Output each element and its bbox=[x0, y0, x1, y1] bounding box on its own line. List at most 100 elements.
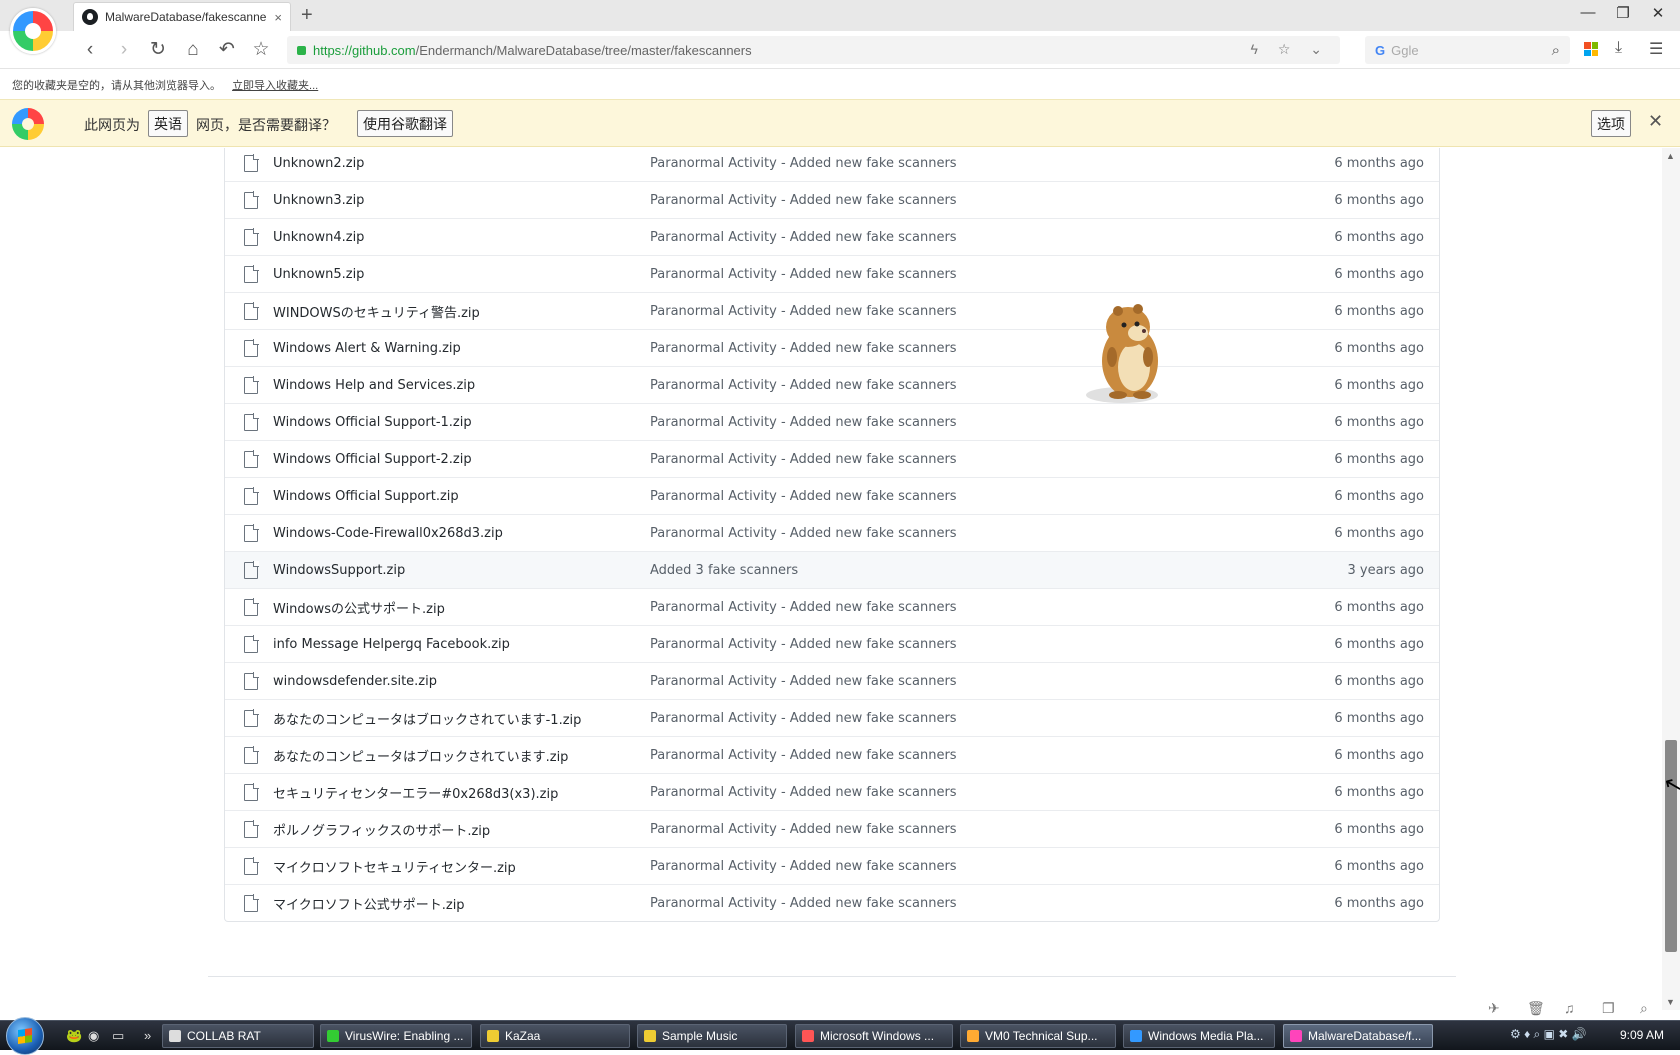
taskbar-button[interactable]: MalwareDatabase/f... bbox=[1283, 1024, 1433, 1048]
commit-message-link[interactable]: Paranormal Activity - Added new fake sca… bbox=[650, 711, 1239, 726]
file-name-link[interactable]: マイクロソフト公式サポート.zip bbox=[273, 894, 650, 913]
commit-message-link[interactable]: Paranormal Activity - Added new fake sca… bbox=[650, 156, 1239, 171]
commit-message-link[interactable]: Paranormal Activity - Added new fake sca… bbox=[650, 230, 1239, 245]
system-tray-icons[interactable]: ⚙ ♦ ⌕ ▣ ✖ 🔊 bbox=[1510, 1027, 1587, 1042]
quicklaunch-icon[interactable]: 🐸 bbox=[66, 1028, 82, 1044]
file-row[interactable]: あなたのコンピュータはブロックされています.zip Paranormal Acti… bbox=[225, 736, 1439, 773]
browser-logo-icon[interactable] bbox=[10, 8, 56, 54]
apps-icon[interactable] bbox=[1584, 42, 1598, 56]
more-quicklaunch-icon[interactable]: » bbox=[144, 1028, 151, 1043]
translate-close-button[interactable]: ✕ bbox=[1648, 111, 1663, 132]
file-row[interactable]: Unknown2.zip Paranormal Activity - Added … bbox=[225, 148, 1439, 181]
hamster-mascot-icon[interactable] bbox=[1082, 297, 1172, 405]
file-row[interactable]: WindowsSupport.zip Added 3 fake scanners 3… bbox=[225, 551, 1439, 588]
commit-message-link[interactable]: Paranormal Activity - Added new fake sca… bbox=[650, 415, 1239, 430]
forward-icon[interactable]: › bbox=[112, 38, 136, 62]
favorite-star-icon[interactable]: ☆ bbox=[249, 38, 273, 62]
commit-message-link[interactable]: Paranormal Activity - Added new fake sca… bbox=[650, 896, 1239, 911]
file-name-link[interactable]: Windows Alert & Warning.zip bbox=[273, 341, 650, 356]
taskbar-button[interactable]: KaZaa bbox=[480, 1024, 630, 1048]
undo-icon[interactable]: ↶ bbox=[215, 38, 239, 62]
file-row[interactable]: Windows Official Support-1.zip Paranormal… bbox=[225, 403, 1439, 440]
file-row[interactable]: セキュリティセンターエラー#0x268d3(x3).zip Paranormal … bbox=[225, 773, 1439, 810]
desktop-icon[interactable]: ▭ bbox=[112, 1028, 124, 1044]
file-row[interactable]: WINDOWSのセキュリティ警告.zip Paranormal Activity … bbox=[225, 292, 1439, 329]
file-row[interactable]: ポルノグラフィックスのサポート.zip Paranormal Activity -… bbox=[225, 810, 1439, 847]
file-row[interactable]: マイクロソフトセキュリティセンター.zip Paranormal Activity… bbox=[225, 847, 1439, 884]
page-scrollbar[interactable]: ▲ ▼ bbox=[1662, 148, 1680, 1010]
file-name-link[interactable]: あなたのコンピュータはブロックされています.zip bbox=[273, 746, 650, 765]
new-tab-button[interactable]: + bbox=[301, 4, 313, 27]
taskbar-button[interactable]: COLLAB RAT bbox=[162, 1024, 314, 1048]
commit-message-link[interactable]: Paranormal Activity - Added new fake sca… bbox=[650, 193, 1239, 208]
file-name-link[interactable]: あなたのコンピュータはブロックされています-1.zip bbox=[273, 709, 650, 728]
file-name-link[interactable]: Windows-Code-Firewall0x268d3.zip bbox=[273, 526, 650, 541]
file-name-link[interactable]: info Message Helpergq Facebook.zip bbox=[273, 637, 650, 652]
translate-button[interactable]: 使用谷歌翻译 bbox=[357, 110, 453, 137]
file-name-link[interactable]: ポルノグラフィックスのサポート.zip bbox=[273, 820, 650, 839]
scroll-down-icon[interactable]: ▼ bbox=[1666, 997, 1675, 1007]
commit-message-link[interactable]: Paranormal Activity - Added new fake sca… bbox=[650, 859, 1239, 874]
file-row[interactable]: Unknown3.zip Paranormal Activity - Added … bbox=[225, 181, 1439, 218]
taskbar-button[interactable]: Microsoft Windows ... bbox=[795, 1024, 953, 1048]
file-name-link[interactable]: Windows Official Support.zip bbox=[273, 489, 650, 504]
file-name-link[interactable]: Windows Official Support-2.zip bbox=[273, 452, 650, 467]
commit-message-link[interactable]: Paranormal Activity - Added new fake sca… bbox=[650, 600, 1239, 615]
file-row[interactable]: Windows Alert & Warning.zip Paranormal Ac… bbox=[225, 329, 1439, 366]
menu-icon[interactable]: ☰ bbox=[1649, 39, 1663, 59]
file-name-link[interactable]: Windows Help and Services.zip bbox=[273, 378, 650, 393]
file-name-link[interactable]: マイクロソフトセキュリティセンター.zip bbox=[273, 857, 650, 876]
language-button[interactable]: 英语 bbox=[148, 110, 188, 137]
file-name-link[interactable]: windowsdefender.site.zip bbox=[273, 674, 650, 689]
file-row[interactable]: windowsdefender.site.zip Paranormal Activ… bbox=[225, 662, 1439, 699]
file-row[interactable]: info Message Helpergq Facebook.zip Parano… bbox=[225, 625, 1439, 662]
address-bar-actions-icon[interactable]: ϟ ☆ ⌄ bbox=[1251, 41, 1330, 58]
back-icon[interactable]: ‹ bbox=[78, 38, 102, 62]
close-window-button[interactable]: ✕ bbox=[1643, 4, 1673, 22]
zoom-icon[interactable]: ⌕ bbox=[1640, 1000, 1648, 1017]
reload-icon[interactable]: ↻ bbox=[146, 38, 170, 62]
file-row[interactable]: マイクロソフト公式サポート.zip Paranormal Activity - A… bbox=[225, 884, 1439, 921]
file-name-link[interactable]: Unknown3.zip bbox=[273, 193, 650, 208]
home-icon[interactable]: ⌂ bbox=[181, 38, 205, 62]
trash-icon[interactable]: 🗑 bbox=[1527, 1000, 1545, 1017]
file-name-link[interactable]: Windowsの公式サポート.zip bbox=[273, 598, 650, 617]
file-row[interactable]: Windows Official Support.zip Paranormal A… bbox=[225, 477, 1439, 514]
commit-message-link[interactable]: Added 3 fake scanners bbox=[650, 563, 1239, 578]
file-name-link[interactable]: WINDOWSのセキュリティ警告.zip bbox=[273, 302, 650, 321]
commit-message-link[interactable]: Paranormal Activity - Added new fake sca… bbox=[650, 674, 1239, 689]
file-row[interactable]: Windows-Code-Firewall0x268d3.zip Paranorm… bbox=[225, 514, 1439, 551]
search-icon[interactable]: ⌕ bbox=[1552, 42, 1560, 59]
file-name-link[interactable]: セキュリティセンターエラー#0x268d3(x3).zip bbox=[273, 783, 650, 802]
file-row[interactable]: Windows Help and Services.zip Paranormal … bbox=[225, 366, 1439, 403]
minimize-button[interactable]: — bbox=[1573, 4, 1603, 21]
taskbar-button[interactable]: Windows Media Pla... bbox=[1123, 1024, 1275, 1048]
translate-options-button[interactable]: 选项 bbox=[1591, 110, 1631, 137]
address-bar[interactable]: https://github.com /Endermanch/MalwareDa… bbox=[287, 36, 1340, 64]
file-row[interactable]: Windows Official Support-2.zip Paranormal… bbox=[225, 440, 1439, 477]
commit-message-link[interactable]: Paranormal Activity - Added new fake sca… bbox=[650, 637, 1239, 652]
file-row[interactable]: Windowsの公式サポート.zip Paranormal Activity - … bbox=[225, 588, 1439, 625]
import-bookmarks-link[interactable]: 立即导入收藏夹... bbox=[232, 80, 318, 92]
file-name-link[interactable]: WindowsSupport.zip bbox=[273, 563, 650, 578]
file-row[interactable]: Unknown4.zip Paranormal Activity - Added … bbox=[225, 218, 1439, 255]
restore-button[interactable]: ❐ bbox=[1608, 4, 1638, 22]
file-name-link[interactable]: Windows Official Support-1.zip bbox=[273, 415, 650, 430]
download-icon[interactable]: ⤓ bbox=[1615, 39, 1622, 57]
search-box[interactable]: G Ggle ⌕ bbox=[1365, 36, 1570, 64]
volume-icon[interactable]: ♫ bbox=[1564, 1000, 1575, 1016]
start-button[interactable] bbox=[6, 1017, 44, 1055]
tab-malware-database[interactable]: MalwareDatabase/fakescanne × bbox=[73, 2, 291, 31]
commit-message-link[interactable]: Paranormal Activity - Added new fake sca… bbox=[650, 489, 1239, 504]
window-icon[interactable]: ❐ bbox=[1602, 1000, 1615, 1017]
commit-message-link[interactable]: Paranormal Activity - Added new fake sca… bbox=[650, 785, 1239, 800]
file-row[interactable]: あなたのコンピュータはブロックされています-1.zip Paranormal Ac… bbox=[225, 699, 1439, 736]
file-name-link[interactable]: Unknown2.zip bbox=[273, 156, 650, 171]
file-name-link[interactable]: Unknown5.zip bbox=[273, 267, 650, 282]
commit-message-link[interactable]: Paranormal Activity - Added new fake sca… bbox=[650, 822, 1239, 837]
tab-close-button[interactable]: × bbox=[274, 10, 282, 25]
commit-message-link[interactable]: Paranormal Activity - Added new fake sca… bbox=[650, 267, 1239, 282]
firefox-icon[interactable]: ◉ bbox=[88, 1028, 99, 1044]
file-name-link[interactable]: Unknown4.zip bbox=[273, 230, 650, 245]
file-row[interactable]: Unknown5.zip Paranormal Activity - Added … bbox=[225, 255, 1439, 292]
